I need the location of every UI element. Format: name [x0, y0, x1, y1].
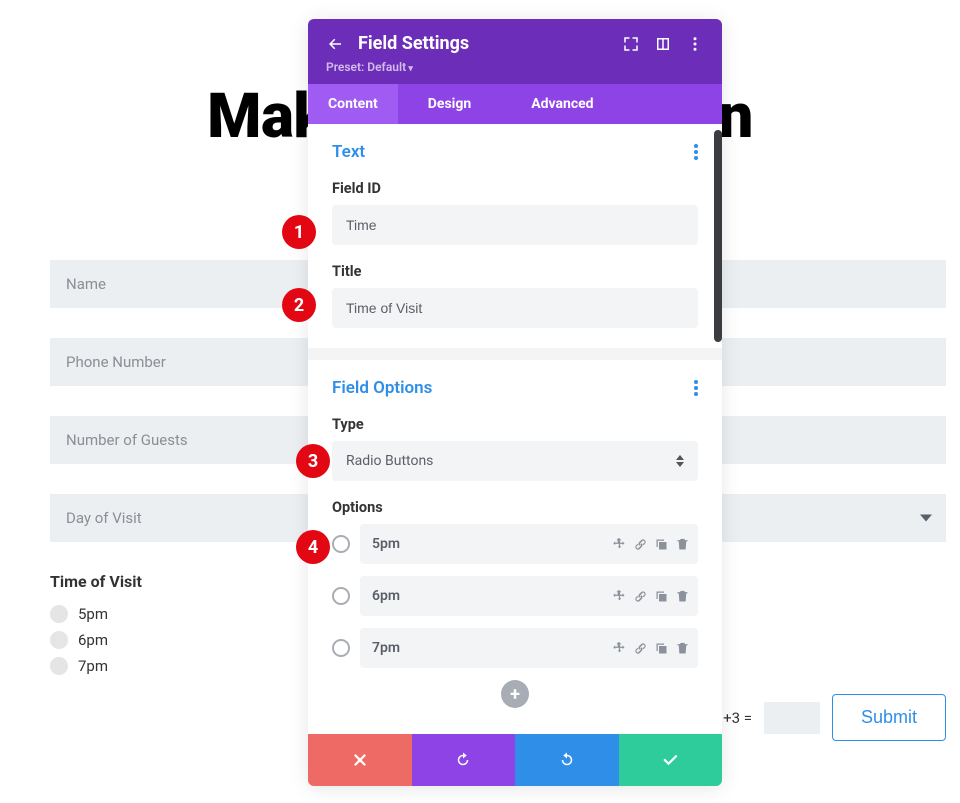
annotation-badge-1: 1 [282, 215, 316, 249]
captcha-input[interactable] [764, 702, 820, 734]
option-radio[interactable] [332, 639, 350, 657]
back-icon[interactable] [326, 35, 344, 53]
field-options-section: Field Options Type Radio Buttons Options… [308, 360, 722, 724]
field-id-input[interactable] [332, 205, 698, 245]
trash-icon[interactable] [675, 589, 690, 604]
radio-dot-icon [50, 605, 68, 623]
link-icon[interactable] [633, 641, 648, 656]
section-menu-icon[interactable] [694, 380, 698, 396]
type-value: Radio Buttons [346, 453, 433, 469]
text-section: Text Field ID Title [308, 124, 722, 348]
select-arrows-icon [676, 455, 684, 467]
tab-advanced[interactable]: Advanced [511, 84, 613, 124]
trash-icon[interactable] [675, 537, 690, 552]
option-input[interactable]: 7pm [360, 628, 698, 668]
option-value: 6pm [372, 588, 400, 604]
columns-icon[interactable] [654, 35, 672, 53]
add-option-button[interactable]: + [501, 680, 529, 708]
link-icon[interactable] [633, 537, 648, 552]
field-settings-modal: Field Settings Preset: Default Content D… [308, 19, 722, 786]
option-input[interactable]: 5pm [360, 524, 698, 564]
option-input[interactable]: 6pm [360, 576, 698, 616]
day-select-label: Day of Visit [66, 509, 142, 527]
cancel-button[interactable] [308, 734, 412, 786]
annotation-badge-3: 3 [296, 444, 330, 478]
scrollbar[interactable] [714, 130, 722, 342]
section-title-options: Field Options [332, 378, 432, 398]
annotation-badge-2: 2 [282, 288, 316, 322]
radio-dot-icon [50, 657, 68, 675]
field-id-label: Field ID [332, 180, 698, 197]
modal-title: Field Settings [358, 33, 608, 54]
trash-icon[interactable] [675, 641, 690, 656]
option-row: 6pm [332, 576, 698, 616]
tab-design[interactable]: Design [408, 84, 491, 124]
radio-label: 7pm [78, 657, 108, 675]
option-radio[interactable] [332, 535, 350, 553]
duplicate-icon[interactable] [654, 589, 669, 604]
title-input[interactable] [332, 288, 698, 328]
type-label: Type [332, 416, 698, 433]
move-icon[interactable] [612, 641, 627, 656]
option-value: 5pm [372, 536, 400, 552]
preset-dropdown[interactable]: Preset: Default [326, 60, 704, 74]
duplicate-icon[interactable] [654, 537, 669, 552]
modal-body: Text Field ID Title Field Options Type R… [308, 124, 722, 734]
options-label: Options [332, 499, 698, 516]
section-title-text: Text [332, 142, 365, 162]
radio-label: 6pm [78, 631, 108, 649]
form-bottom-row: 12 +3 = Submit [702, 694, 946, 741]
move-icon[interactable] [612, 537, 627, 552]
duplicate-icon[interactable] [654, 641, 669, 656]
link-icon[interactable] [633, 589, 648, 604]
move-icon[interactable] [612, 589, 627, 604]
submit-button[interactable]: Submit [832, 694, 946, 741]
modal-footer [308, 734, 722, 786]
option-row: 7pm [332, 628, 698, 668]
confirm-button[interactable] [619, 734, 723, 786]
modal-tabs: Content Design Advanced [308, 84, 722, 124]
redo-button[interactable] [515, 734, 619, 786]
undo-button[interactable] [412, 734, 516, 786]
option-radio[interactable] [332, 587, 350, 605]
radio-label: 5pm [78, 605, 108, 623]
kebab-icon[interactable] [686, 35, 704, 53]
option-value: 7pm [372, 640, 400, 656]
expand-icon[interactable] [622, 35, 640, 53]
annotation-badge-4: 4 [296, 530, 330, 564]
type-select[interactable]: Radio Buttons [332, 441, 698, 481]
section-divider [308, 348, 722, 360]
radio-dot-icon [50, 631, 68, 649]
chevron-down-icon [920, 515, 932, 522]
option-row: 5pm [332, 524, 698, 564]
section-menu-icon[interactable] [694, 144, 698, 160]
title-label: Title [332, 263, 698, 280]
tab-content[interactable]: Content [308, 84, 398, 124]
